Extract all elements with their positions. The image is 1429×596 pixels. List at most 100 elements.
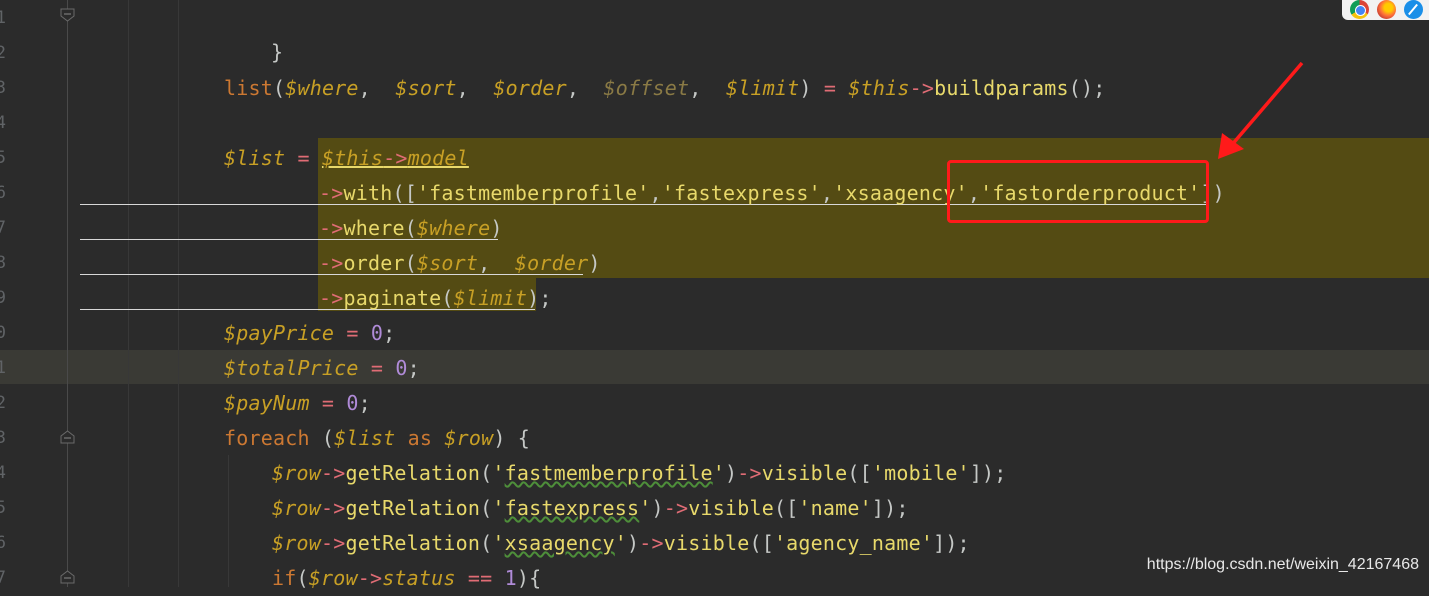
code-token: ): [651, 496, 664, 520]
code-token: if: [272, 566, 297, 590]
code-token: getRelation: [345, 496, 481, 520]
code-token: (: [480, 531, 493, 555]
code-line[interactable]: $payPrice = 0;: [224, 316, 395, 351]
code-token: =: [334, 321, 371, 345]
code-token: $sort: [416, 251, 479, 275]
firefox-icon[interactable]: [1377, 0, 1396, 19]
code-token: $where: [416, 216, 491, 240]
code-token: visible: [663, 531, 750, 555]
code-token: ]);: [969, 461, 1007, 485]
indent-guide: [128, 0, 129, 587]
code-token: ->: [319, 181, 344, 205]
line-number: 2: [0, 43, 6, 63]
code-token: $payPrice: [224, 321, 335, 345]
code-token: ': [639, 496, 652, 520]
code-line[interactable]: ->where($where): [319, 211, 503, 246]
code-token: ([: [392, 181, 417, 205]
code-token: ': [492, 496, 505, 520]
code-line[interactable]: ->order($sort, $order): [319, 246, 601, 281]
line-number: 8: [0, 253, 6, 273]
code-token: (: [404, 216, 417, 240]
code-token: ==: [455, 566, 505, 590]
code-token: ->: [320, 531, 346, 555]
code-token: model: [407, 146, 469, 170]
code-token: ': [492, 461, 505, 485]
line-number: 1: [0, 358, 6, 378]
line-number: 4: [0, 113, 6, 133]
line-number: 9: [0, 288, 6, 308]
code-token: 1: [504, 566, 517, 590]
line-number: 7: [0, 568, 6, 588]
code-line[interactable]: ->paginate($limit);: [319, 281, 552, 316]
code-token: status: [382, 566, 456, 590]
code-token: (: [309, 426, 335, 450]
code-token: 'name': [798, 496, 872, 520]
code-line[interactable]: $payNum = 0;: [224, 386, 371, 421]
code-line[interactable]: $totalPrice = 0;: [224, 351, 420, 386]
code-token: ): [724, 461, 738, 485]
code-line[interactable]: $row->getRelation('xsaagency')->visible(…: [272, 526, 970, 561]
code-token: list: [224, 76, 273, 100]
code-token: getRelation: [345, 531, 481, 555]
code-token: ;: [383, 321, 396, 345]
code-token: foreach: [224, 426, 310, 450]
code-token: ': [614, 531, 628, 555]
code-line[interactable]: foreach ($list as $row) {: [224, 421, 530, 456]
code-line[interactable]: $row->getRelation('fastmemberprofile')->…: [272, 456, 1007, 491]
code-token: ->: [909, 76, 935, 100]
code-line[interactable]: if($row->status == 1){: [272, 561, 541, 596]
fold-icon[interactable]: [60, 430, 75, 444]
code-token: ,: [566, 76, 604, 100]
current-line-highlight: [0, 350, 1429, 384]
line-number: 4: [0, 463, 6, 483]
code-token: ,: [689, 76, 726, 100]
code-token: ): [527, 286, 540, 310]
line-number: 3: [0, 78, 6, 98]
code-token: ->: [357, 566, 383, 590]
chrome-icon[interactable]: [1350, 0, 1369, 19]
code-token: ->: [639, 531, 664, 555]
code-token: visible: [761, 461, 848, 485]
code-token: ': [712, 461, 725, 485]
code-token: buildparams: [934, 76, 1069, 100]
code-token: (: [296, 566, 309, 590]
fold-icon[interactable]: [60, 8, 75, 22]
code-token: ){: [516, 566, 542, 590]
line-number: 3: [0, 428, 6, 448]
code-token: ();: [1068, 76, 1106, 100]
code-token: (: [480, 496, 493, 520]
code-token: $this: [848, 76, 910, 100]
code-token: $this: [321, 146, 384, 170]
code-editor[interactable]: 1 2 3 4 5 6 7 8 9 0 1 2 3 4 5 6 7 } list…: [0, 0, 1429, 590]
safari-icon[interactable]: [1404, 0, 1423, 19]
code-token: as: [395, 426, 445, 450]
code-token: ;: [539, 286, 552, 310]
code-token: $list: [224, 146, 286, 170]
code-token: with: [343, 181, 393, 205]
fold-icon[interactable]: [60, 570, 75, 584]
code-line[interactable]: $list = $this->model: [224, 141, 469, 176]
code-token: ]);: [933, 531, 970, 555]
code-token: (: [272, 76, 286, 100]
code-token: $row: [444, 426, 494, 450]
code-token: $where: [285, 76, 359, 100]
code-token: $limit: [725, 76, 800, 100]
code-token: where: [343, 216, 405, 240]
code-token: =: [358, 356, 396, 380]
code-token: ->: [319, 251, 344, 275]
code-token: }: [270, 40, 284, 64]
code-token: 0: [395, 356, 408, 380]
code-line[interactable]: list($where, $sort, $order, $offset, $li…: [224, 71, 1106, 106]
code-line[interactable]: $row->getRelation('fastexpress')->visibl…: [272, 491, 909, 526]
code-token: ): [799, 76, 812, 100]
line-number: 6: [0, 183, 6, 203]
code-token: $row: [272, 531, 321, 555]
code-token: $row: [272, 496, 321, 520]
code-token: 0: [346, 391, 359, 415]
code-token: $sort: [395, 76, 457, 100]
code-token: ,: [456, 76, 494, 100]
code-token: ,: [649, 181, 662, 205]
code-token: ([: [749, 531, 774, 555]
indent-guide: [228, 455, 229, 587]
code-token: ): [588, 251, 601, 275]
